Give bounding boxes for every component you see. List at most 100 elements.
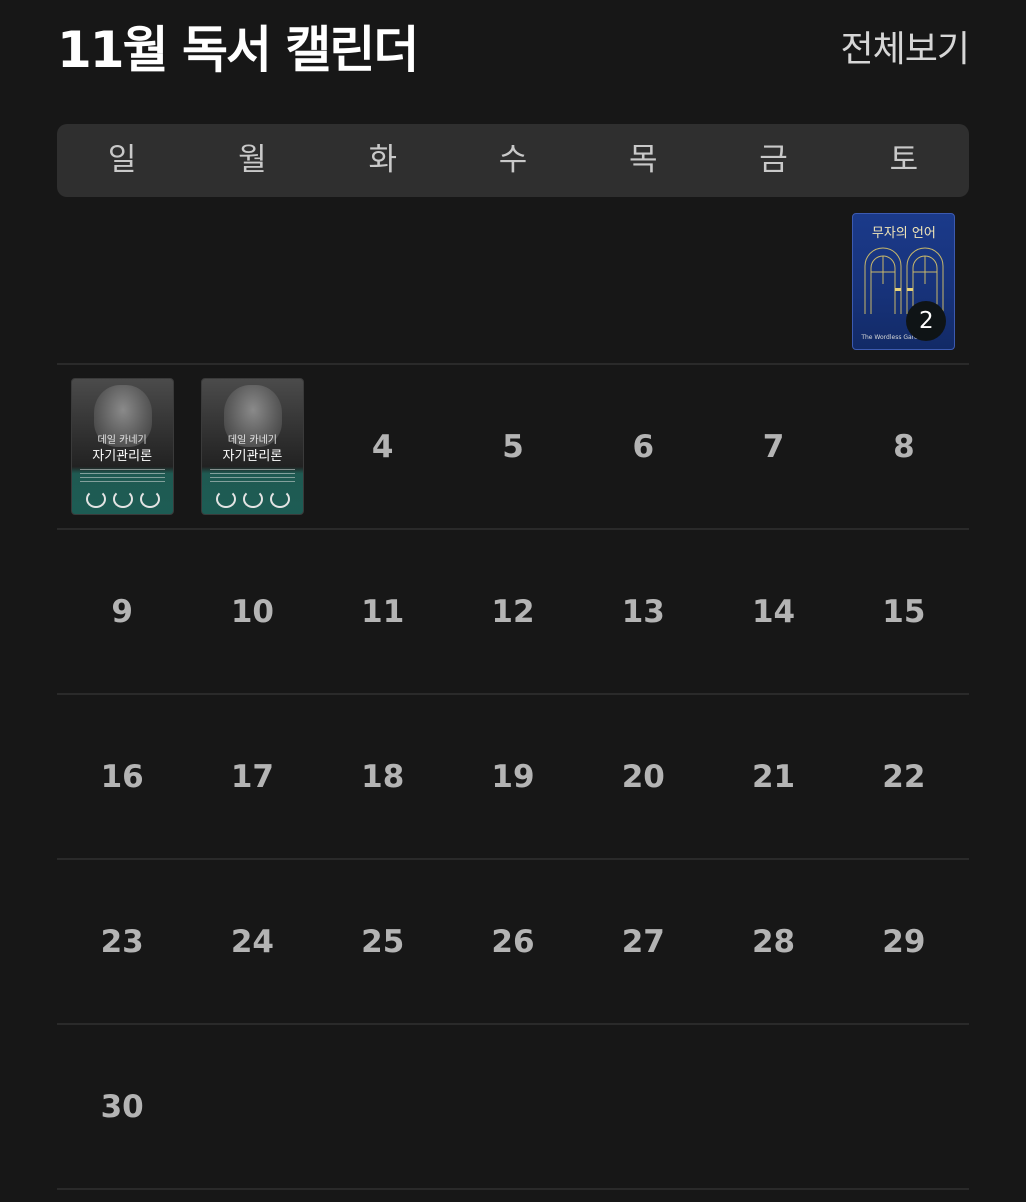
day-number: 30: [100, 1088, 144, 1125]
weekday-tue: 화: [368, 142, 397, 178]
calendar-day-cell[interactable]: 26: [448, 860, 578, 1023]
weekday-thu: 목: [629, 142, 658, 178]
day-number: 25: [361, 923, 405, 960]
day-number: 20: [621, 758, 665, 795]
day-number: 19: [491, 758, 535, 795]
calendar-day-cell: [318, 1025, 448, 1188]
calendar-day-cell: [318, 200, 448, 363]
calendar-grid: 무자의 언어 The Wordless Gardener 2 데일 카네기 자기관리론 데…: [57, 200, 969, 1190]
calendar-day-cell[interactable]: 13: [578, 530, 708, 693]
calendar-day-cell[interactable]: 4: [318, 365, 448, 528]
weekday-mon: 월: [238, 142, 267, 178]
day-number: 23: [100, 923, 144, 960]
calendar-day-cell: [839, 1025, 969, 1188]
day-number: 11: [361, 593, 405, 630]
day-number: 26: [491, 923, 535, 960]
laurel-icon: [139, 490, 160, 508]
book-title: 자기관리론: [92, 449, 153, 464]
day-number: 12: [491, 593, 535, 630]
award-badges: [215, 490, 290, 508]
calendar-day-cell[interactable]: 11: [318, 530, 448, 693]
day-number: 15: [882, 593, 926, 630]
day-number: 29: [882, 923, 926, 960]
calendar-day-cell: [57, 200, 187, 363]
laurel-icon: [242, 490, 263, 508]
weekday-fri: 금: [759, 142, 788, 178]
book-cover[interactable]: 데일 카네기자기관리론: [200, 378, 304, 515]
calendar-day-cell[interactable]: 7: [708, 365, 838, 528]
day-number: 27: [621, 923, 665, 960]
calendar-day-cell[interactable]: 10: [187, 530, 317, 693]
calendar-day-cell[interactable]: 18: [318, 695, 448, 858]
view-all-button[interactable]: 전체보기: [841, 26, 970, 74]
calendar-day-cell[interactable]: 28: [708, 860, 838, 1023]
calendar-week: 데일 카네기 자기관리론 데일 카네기 자기관리론 4 5 6 7 8: [57, 365, 969, 530]
book-cover[interactable]: 무자의 언어 The Wordless Gardener 2: [852, 213, 956, 350]
day-number: 21: [751, 758, 796, 795]
calendar-day-cell[interactable]: 30: [57, 1025, 187, 1188]
book-author: 데일 카네기: [227, 435, 278, 446]
calendar-day-cell[interactable]: 22: [839, 695, 969, 858]
laurel-icon: [85, 490, 106, 508]
calendar-day-cell[interactable]: 8: [839, 365, 969, 528]
weekday-sun: 일: [107, 142, 137, 178]
day-number: 9: [111, 593, 133, 630]
calendar-day-cell[interactable]: 20: [578, 695, 708, 858]
book-author: 데일 카네기: [97, 435, 147, 446]
calendar-week: 9 10 11 12 13 14 15: [57, 530, 969, 695]
calendar-day-cell: [448, 200, 578, 363]
weekday-header: 일 월 화 수 목 금 토: [57, 124, 969, 197]
calendar-day-cell[interactable]: 21: [708, 695, 838, 858]
calendar-day-cell[interactable]: 25: [318, 860, 448, 1023]
day-number: 6: [632, 428, 655, 465]
calendar-day-cell[interactable]: 14: [708, 530, 838, 693]
day-number: 17: [230, 758, 274, 795]
day-number: 8: [893, 428, 915, 465]
calendar-day-cell[interactable]: 무자의 언어 The Wordless Gardener 2: [839, 200, 969, 363]
calendar-day-cell[interactable]: 15: [839, 530, 969, 693]
calendar-day-cell[interactable]: 데일 카네기자기관리론: [57, 365, 187, 528]
book-cover[interactable]: 데일 카네기자기관리론: [70, 378, 174, 515]
calendar-day-cell: [708, 200, 838, 363]
calendar-day-cell[interactable]: 6: [578, 365, 708, 528]
day-number: 5: [502, 428, 524, 465]
weekday-sat: 토: [889, 142, 919, 178]
calendar-day-cell[interactable]: 17: [187, 695, 317, 858]
calendar-week: 30: [57, 1025, 969, 1190]
page-title: 11월 독서 캘린더: [57, 21, 419, 79]
calendar-day-cell[interactable]: 24: [187, 860, 317, 1023]
calendar-week: 무자의 언어 The Wordless Gardener 2: [57, 200, 969, 365]
calendar-day-cell: [187, 200, 317, 363]
calendar-day-cell[interactable]: 19: [448, 695, 578, 858]
day-number: 28: [751, 923, 796, 960]
day-number: 16: [100, 758, 144, 795]
calendar-day-cell[interactable]: 12: [448, 530, 578, 693]
reading-calendar-screen: 11월 독서 캘린더 전체보기 일 월 화 수 목 금 토 무자의 언어 The …: [0, 0, 1026, 1202]
day-number: 4: [371, 428, 394, 465]
laurel-icon: [269, 490, 290, 508]
header: 11월 독서 캘린더 전체보기: [57, 18, 970, 88]
book-title: 무자의 언어: [871, 226, 936, 241]
calendar-day-cell[interactable]: 데일 카네기자기관리론: [187, 365, 317, 528]
calendar-day-cell[interactable]: 9: [57, 530, 187, 693]
calendar-day-cell[interactable]: 29: [839, 860, 969, 1023]
cover-text-lines: [209, 469, 295, 483]
award-badges: [85, 490, 160, 508]
day-number: 24: [230, 923, 274, 960]
day-number: 13: [621, 593, 665, 630]
laurel-icon: [215, 490, 236, 508]
day-number: 18: [361, 758, 405, 795]
stack-tab: [857, 213, 950, 214]
calendar-day-cell[interactable]: 16: [57, 695, 187, 858]
calendar-day-cell[interactable]: 27: [578, 860, 708, 1023]
cover-text-lines: [79, 469, 165, 483]
day-number: 7: [762, 428, 785, 465]
book-title: 자기관리론: [222, 449, 283, 464]
calendar-day-cell: [708, 1025, 838, 1188]
day-number: 22: [882, 758, 926, 795]
calendar-day-cell[interactable]: 23: [57, 860, 187, 1023]
calendar-day-cell: [448, 1025, 578, 1188]
calendar-week: 23 24 25 26 27 28 29: [57, 860, 969, 1025]
calendar-day-cell: [578, 200, 708, 363]
calendar-day-cell[interactable]: 5: [448, 365, 578, 528]
